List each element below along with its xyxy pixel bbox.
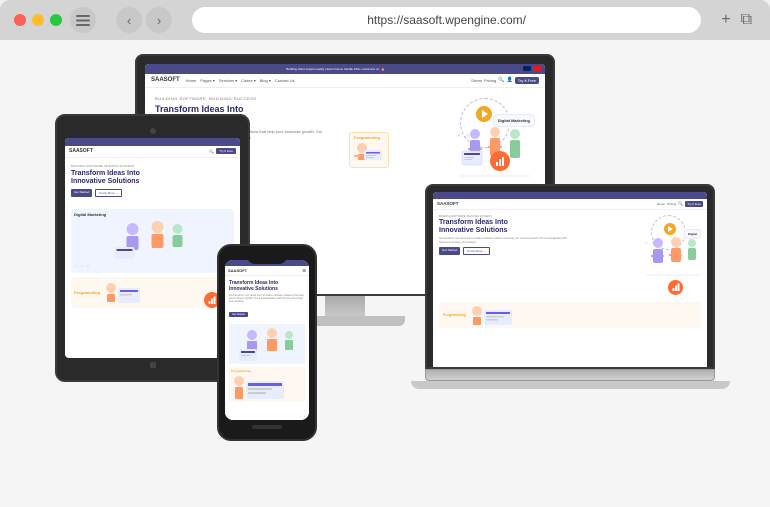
laptop-site-logo: SAASOFT bbox=[437, 201, 459, 206]
browser-window: ‹ › https://saasoft.wpengine.com/ + ⧉ bbox=[0, 0, 770, 507]
site-navbar: SAASOFT Home Pages ▾ Services ▾ Cases ▾ … bbox=[145, 74, 545, 88]
tablet-site-logo: SAASOFT bbox=[69, 148, 93, 154]
site-cta-button[interactable]: Try It Free bbox=[515, 77, 539, 84]
split-view-button[interactable]: ⧉ bbox=[741, 11, 752, 29]
tablet-more-button: Know More → bbox=[95, 189, 122, 197]
device-showcase: Building client support easily | learn h… bbox=[55, 54, 715, 494]
phone-cta-button: Get Started bbox=[229, 312, 248, 317]
phone-headline: Transform Ideas Into Innovative Solution… bbox=[229, 280, 305, 292]
url-bar[interactable]: https://saasoft.wpengine.com/ bbox=[192, 7, 701, 33]
browser-content: Building client support easily | learn h… bbox=[0, 40, 770, 507]
url-text: https://saasoft.wpengine.com/ bbox=[367, 13, 526, 27]
site-logo: SAASOFT bbox=[151, 77, 180, 83]
tablet-headline: Transform Ideas Into Innovative Solution… bbox=[71, 170, 234, 187]
browser-titlebar: ‹ › https://saasoft.wpengine.com/ + ⧉ bbox=[0, 0, 770, 40]
programming-label: Programming bbox=[349, 132, 389, 168]
minimize-button[interactable] bbox=[32, 14, 44, 26]
back-button[interactable]: ‹ bbox=[116, 7, 142, 33]
laptop-bottom-base bbox=[411, 381, 730, 389]
laptop-more-button: Know More → bbox=[463, 247, 490, 255]
site-tagline: BUILDING SOFTWARE, BUILDING SUCCESS bbox=[155, 96, 341, 101]
site-topbar: Building client support easily | learn h… bbox=[145, 64, 545, 74]
laptop-cta-button: Get Started bbox=[439, 247, 460, 255]
tablet-screen: SAASOFT 🔍 Try It Free BUILDING SOFTWARE,… bbox=[65, 138, 240, 358]
site-nav-links: Home Pages ▾ Services ▾ Cases ▾ Blog ▾ C… bbox=[186, 78, 472, 83]
phone-site-logo: SAASOFT bbox=[228, 268, 247, 273]
laptop-headline: Transform Ideas Into Innovative Solution… bbox=[439, 219, 567, 236]
laptop-screen: SAASOFT Demo Pricing 🔍 Try It Free bbox=[433, 192, 707, 367]
maximize-button[interactable] bbox=[50, 14, 62, 26]
close-button[interactable] bbox=[14, 14, 26, 26]
browser-actions: + ⧉ bbox=[721, 11, 752, 29]
add-tab-button[interactable]: + bbox=[721, 11, 730, 29]
laptop-device: SAASOFT Demo Pricing 🔍 Try It Free bbox=[425, 184, 715, 389]
tablet-cta-button: Get Started bbox=[71, 189, 92, 197]
phone-screen: SAASOFT ☰ Transform Ideas Into Innovativ… bbox=[225, 260, 309, 420]
play-button-icon bbox=[476, 106, 492, 122]
phone-device: SAASOFT ☰ Transform Ideas Into Innovativ… bbox=[217, 244, 317, 441]
browser-navigation: ‹ › bbox=[116, 7, 172, 33]
forward-button[interactable]: › bbox=[146, 7, 172, 33]
chart-icon bbox=[490, 151, 510, 171]
site-hero-illustration: Digital Marketing × × × bbox=[349, 96, 535, 176]
laptop-base bbox=[425, 369, 715, 381]
phone-notch bbox=[247, 256, 287, 264]
sidebar-toggle-button[interactable] bbox=[70, 7, 96, 33]
traffic-lights bbox=[14, 14, 62, 26]
